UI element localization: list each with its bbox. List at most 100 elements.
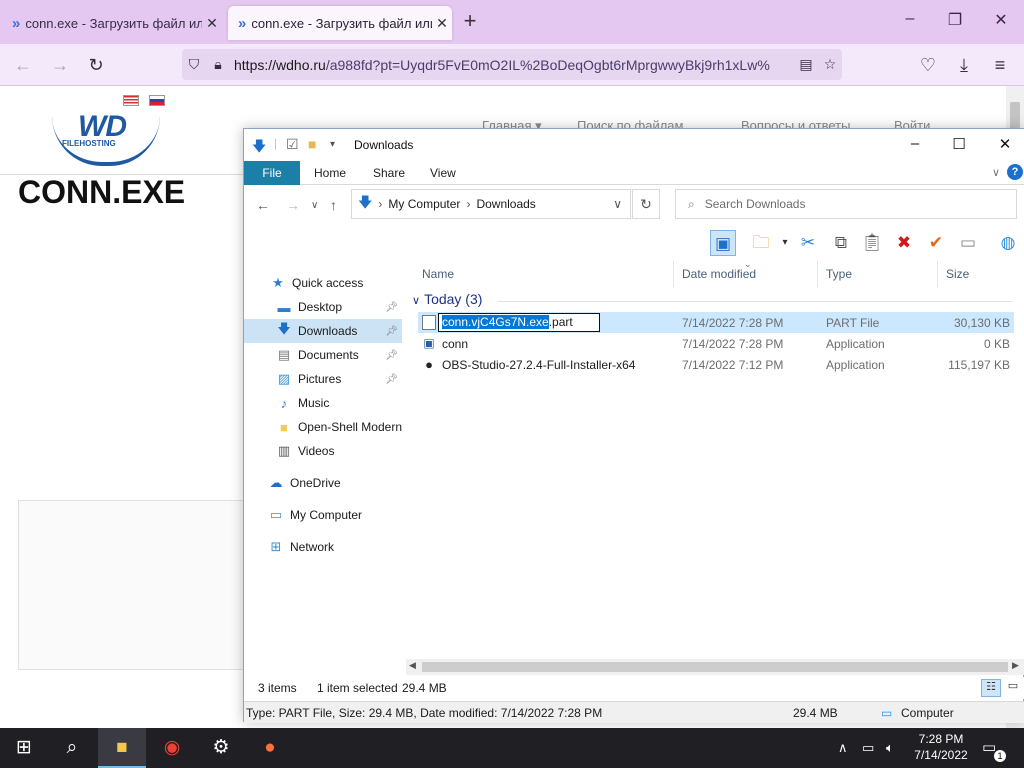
column-header-name[interactable]: Name <box>414 261 674 287</box>
customize-quick-access-icon[interactable]: ▾ <box>330 139 335 150</box>
tab-share[interactable]: Share <box>363 161 415 185</box>
close-icon[interactable]: ✕ <box>990 135 1020 155</box>
sort-indicator-icon: ⌄ <box>744 259 752 269</box>
settings-gear-icon[interactable]: ⚙ <box>197 728 245 768</box>
pin-icon[interactable]: 📌︎ <box>385 326 398 337</box>
sidebar-item-videos[interactable]: ▥ Videos <box>244 439 402 463</box>
forward-arrow-icon[interactable]: → <box>286 197 300 213</box>
russian-flag-icon[interactable] <box>149 95 165 106</box>
lock-icon[interactable]: 🔒︎ <box>206 56 230 73</box>
close-tab-icon[interactable]: ✕ <box>432 15 452 32</box>
pocket-icon[interactable]: ♡ <box>915 52 941 78</box>
sidebar-item-onedrive[interactable]: ☁ OneDrive <box>244 471 402 495</box>
scroll-left-icon[interactable]: ◀ <box>409 660 416 671</box>
ribbon-expand-icon[interactable]: ∨ <box>982 161 1010 185</box>
scrollbar-thumb[interactable] <box>422 662 1008 672</box>
sidebar-item-music[interactable]: ♪ Music <box>244 391 402 415</box>
sidebar-item-open-shell-modern[interactable]: ■ Open-Shell Modern <box>244 415 402 439</box>
network-icon[interactable]: ▭ <box>862 728 874 768</box>
clock[interactable]: 7:28 PM 7/14/2022 <box>912 728 970 768</box>
horizontal-scrollbar[interactable]: ◀ ▶ <box>406 659 1024 675</box>
url-text[interactable]: https://wdho.ru/a988fd?pt=Uyqdr5FvE0mO2I… <box>230 57 794 73</box>
reload-icon[interactable]: ↻ <box>83 52 109 78</box>
group-header-today[interactable]: ∨ Today (3) <box>412 291 482 307</box>
sidebar-item-network[interactable]: ⊞ Network <box>244 535 402 559</box>
delete-icon[interactable]: ✖ <box>891 230 917 256</box>
chrome-icon[interactable]: ◉ <box>148 728 196 768</box>
breadcrumb-my-computer[interactable]: My Computer <box>388 197 460 211</box>
volume-icon[interactable]: 🔈︎ <box>886 728 894 768</box>
help-icon[interactable]: ? <box>1007 164 1023 180</box>
scroll-right-icon[interactable]: ▶ <box>1012 660 1019 671</box>
back-arrow-icon[interactable]: ← <box>10 52 36 78</box>
column-header-type[interactable]: Type <box>818 261 938 287</box>
downloads-icon[interactable]: ⤓ <box>951 52 977 78</box>
pin-icon[interactable]: 📌︎ <box>385 350 398 361</box>
address-toolbar: ← → ∨ ↑ 🡇 › My Computer › Downloads ∨ ↻ … <box>244 185 1024 225</box>
breadcrumb-chevron-icon[interactable]: › <box>378 197 382 211</box>
tab-view[interactable]: View <box>420 161 466 185</box>
explorer-titlebar[interactable]: 🡇 | ☑ ■ ▾ Downloads – ☐ ✕ <box>244 129 1024 161</box>
tab-file[interactable]: File <box>244 161 300 185</box>
sidebar-item-my-computer[interactable]: ▭ My Computer <box>244 503 402 527</box>
sidebar-item-desktop[interactable]: ▬ Desktop 📌︎ <box>244 295 402 319</box>
recent-locations-icon[interactable]: ∨ <box>311 200 318 211</box>
up-arrow-icon[interactable]: ↑ <box>330 197 337 213</box>
windows-start-icon[interactable]: ⊞ <box>0 728 48 768</box>
refresh-icon[interactable]: ↻ <box>632 189 660 219</box>
paste-icon[interactable]: 📋︎ <box>859 230 885 256</box>
desktop-icon: ▬ <box>277 299 291 315</box>
notifications-icon[interactable]: ▭ <box>982 728 996 768</box>
maximize-icon[interactable]: ☐ <box>944 135 974 155</box>
reader-view-icon[interactable]: ▤ <box>794 56 818 73</box>
search-icon[interactable]: ⌕ <box>48 728 96 768</box>
sidebar-item-documents[interactable]: ▤ Documents 📌︎ <box>244 343 402 367</box>
minimize-icon[interactable]: – <box>900 135 930 155</box>
address-dropdown-icon[interactable]: ∨ <box>613 197 622 211</box>
properties-icon[interactable]: ☑ <box>286 136 299 153</box>
rename-icon[interactable]: ▭ <box>955 230 981 256</box>
restore-icon[interactable]: ❐ <box>943 10 967 34</box>
shield-icon[interactable]: ⛉ <box>182 56 206 73</box>
file-row-conn-part[interactable]: conn.vjC4Gs7N.exe.part 7/14/2022 7:28 PM… <box>418 312 1014 333</box>
close-window-icon[interactable]: ✕ <box>989 10 1013 34</box>
breadcrumb-chevron-icon[interactable]: › <box>466 197 470 211</box>
copy-icon[interactable]: ⧉ <box>828 230 854 256</box>
close-tab-icon[interactable]: ✕ <box>202 15 222 32</box>
minimize-icon[interactable]: – <box>898 10 922 34</box>
sidebar-item-downloads[interactable]: 🡇 Downloads 📌︎ <box>244 319 402 343</box>
file-row-conn[interactable]: ▣ conn 7/14/2022 7:28 PM Application 0 K… <box>418 333 1014 354</box>
preview-pane-icon[interactable]: ▣ <box>710 230 736 256</box>
sidebar-item-pictures[interactable]: ▨ Pictures 📌︎ <box>244 367 402 391</box>
collapse-chevron-icon[interactable]: ∨ <box>412 295 420 307</box>
sidebar-item-quick-access[interactable]: ★ Quick access <box>244 271 402 295</box>
new-tab-button[interactable]: + <box>458 10 482 34</box>
pin-icon[interactable]: 📌︎ <box>385 374 398 385</box>
large-icons-view-icon[interactable]: ▭ <box>1004 679 1022 697</box>
check-icon[interactable]: ✔ <box>923 230 949 256</box>
bookmark-star-icon[interactable]: ☆ <box>818 56 842 73</box>
url-bar[interactable]: ⛉ 🔒︎ https://wdho.ru/a988fd?pt=Uyqdr5FvE… <box>182 49 842 80</box>
column-header-size[interactable]: Size <box>938 261 1024 287</box>
browser-tab-1[interactable]: » conn.exe - Загрузить файл или ✕ <box>2 6 222 40</box>
new-folder-icon[interactable]: 🗀 <box>748 230 774 256</box>
details-view-icon[interactable]: ☷ <box>981 679 1001 697</box>
browser-tab-2-active[interactable]: » conn.exe - Загрузить файл или ✕ <box>228 6 452 40</box>
file-row-obs-installer[interactable]: ● OBS-Studio-27.2.4-Full-Installer-x64 7… <box>418 354 1014 375</box>
address-bar[interactable]: 🡇 › My Computer › Downloads ∨ <box>351 189 631 219</box>
search-input[interactable]: ⌕ Search Downloads <box>675 189 1017 219</box>
rename-input[interactable]: conn.vjC4Gs7N.exe.part <box>438 313 600 332</box>
breadcrumb-downloads[interactable]: Downloads <box>476 197 535 211</box>
globe-icon[interactable]: ◍ <box>995 230 1021 256</box>
cut-icon[interactable]: ✂ <box>795 230 821 256</box>
firefox-icon[interactable]: ● <box>246 728 294 768</box>
file-explorer-taskbar-icon[interactable]: ■ <box>98 728 146 768</box>
back-arrow-icon[interactable]: ← <box>256 197 270 213</box>
menu-icon[interactable]: ≡ <box>987 52 1013 78</box>
pin-icon[interactable]: 📌︎ <box>385 302 398 313</box>
new-folder-icon[interactable]: ■ <box>308 136 316 152</box>
english-flag-icon[interactable] <box>123 95 139 106</box>
forward-arrow-icon[interactable]: → <box>47 52 73 78</box>
tab-home[interactable]: Home <box>304 161 356 185</box>
tray-chevron-icon[interactable]: ∧ <box>838 728 848 768</box>
